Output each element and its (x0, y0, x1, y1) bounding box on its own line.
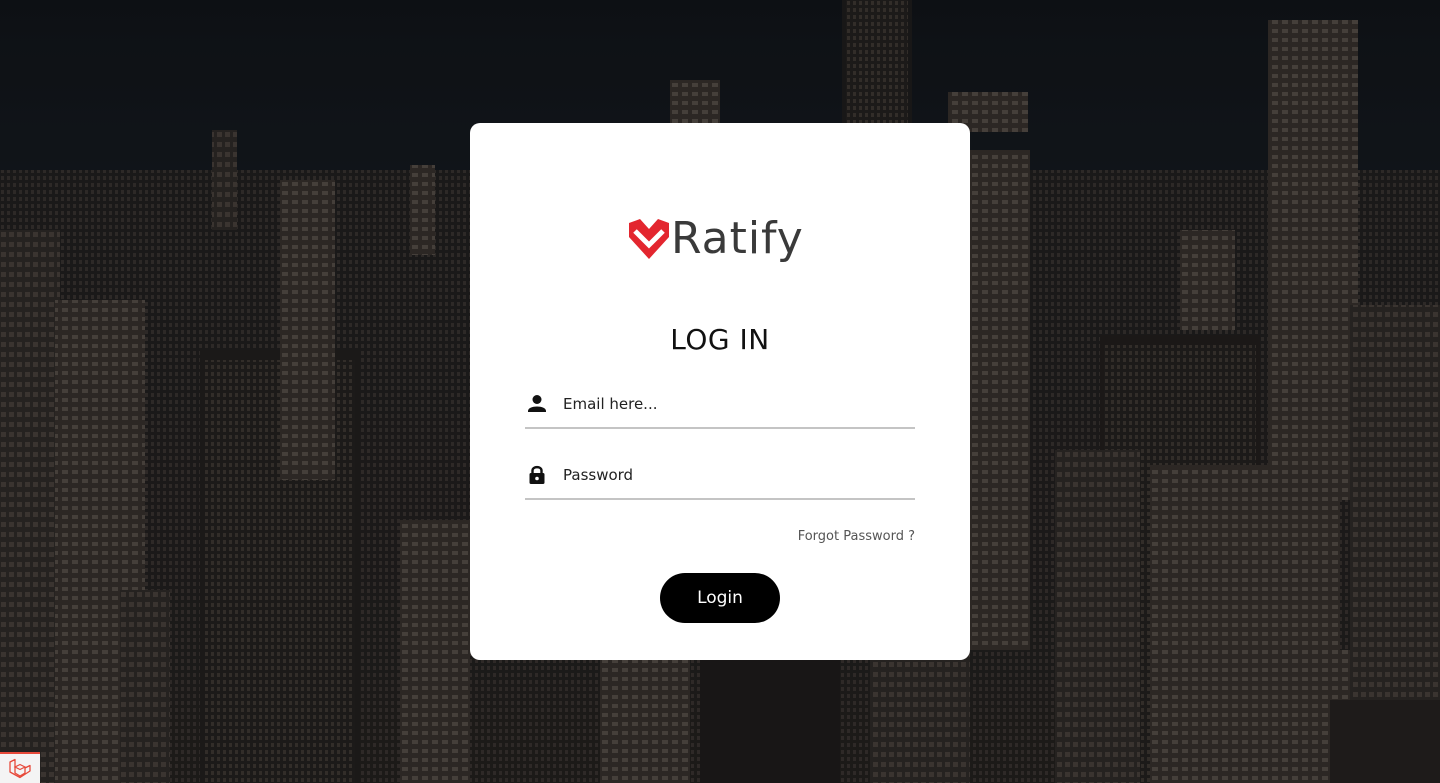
brand-logo: Ratify (627, 213, 817, 265)
forgot-password-link[interactable]: Forgot Password ? (798, 529, 915, 544)
login-card: Ratify LOG IN Forgot Password ? Login (470, 123, 970, 660)
lock-icon (529, 465, 545, 484)
brand-name: Ratify (671, 213, 804, 264)
ratify-heart-check-logo-icon (629, 219, 669, 259)
user-icon (528, 395, 546, 412)
password-input[interactable] (563, 462, 903, 488)
email-field-group (525, 387, 915, 429)
email-input[interactable] (563, 391, 903, 417)
password-field-group (525, 458, 915, 500)
laravel-icon (9, 758, 31, 779)
debug-badge[interactable] (0, 752, 40, 783)
login-button[interactable]: Login (660, 573, 780, 623)
page-title: LOG IN (670, 323, 770, 356)
